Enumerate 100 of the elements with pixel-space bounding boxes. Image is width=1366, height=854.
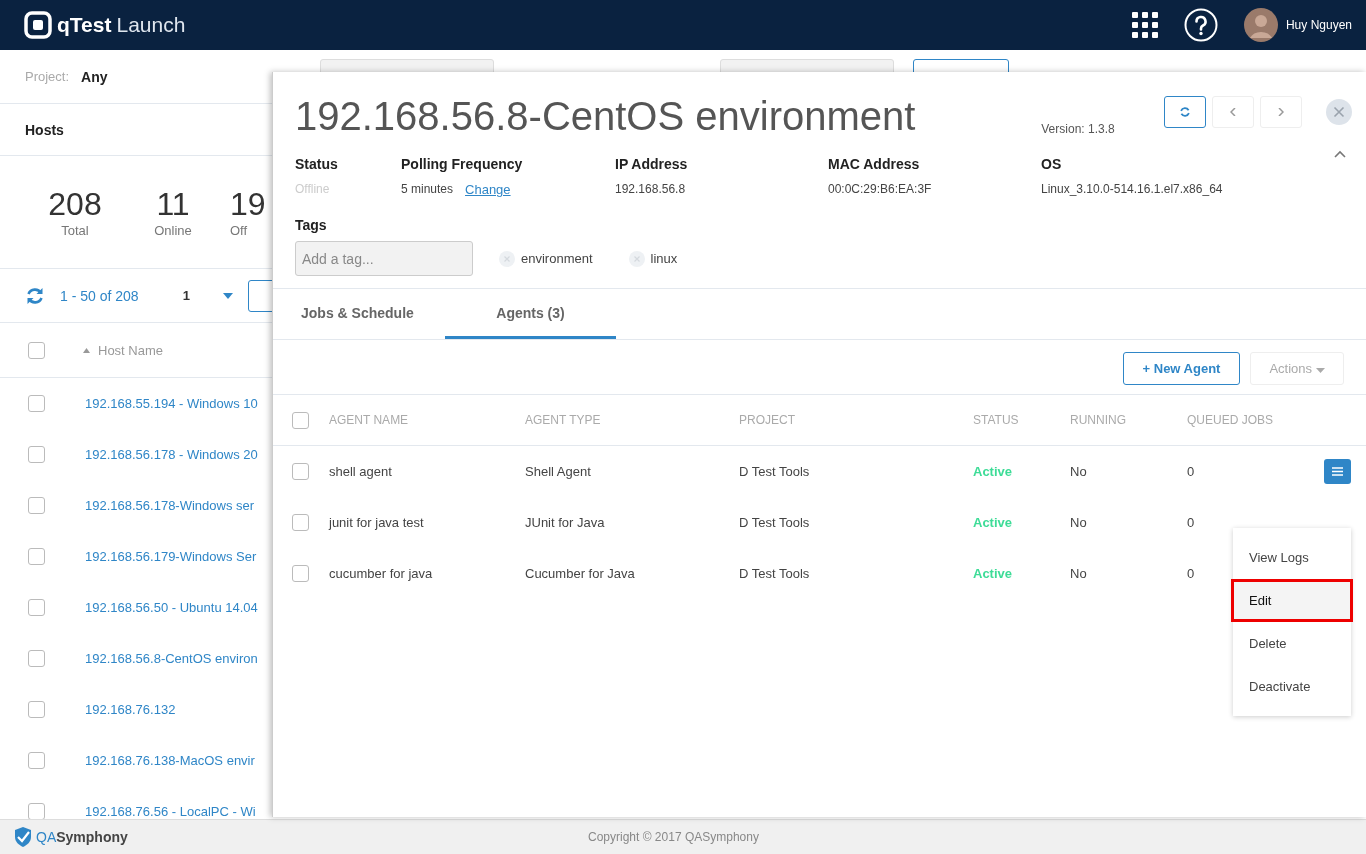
host-link[interactable]: 192.168.56.178-Windows ser	[85, 498, 255, 513]
checkbox[interactable]	[28, 803, 45, 819]
apps-grid-icon[interactable]	[1131, 12, 1158, 38]
host-link[interactable]: 192.168.76.132	[85, 702, 176, 717]
avatar-icon[interactable]	[1243, 8, 1278, 42]
actions-button[interactable]: Actions	[1250, 352, 1344, 385]
table-cell-text: Active	[973, 515, 1014, 530]
stat-label: Off	[230, 223, 248, 238]
table-cell-text: D Test Tools	[739, 464, 811, 479]
table-cell-text: junit for java test	[329, 515, 425, 530]
host-link[interactable]: 192.168.76.56 - LocalPC - Wi	[85, 804, 256, 819]
column-header[interactable]: Host Name	[98, 342, 164, 358]
sort-icon[interactable]	[83, 347, 90, 353]
checkbox[interactable]	[28, 341, 45, 359]
check-shield-icon	[12, 826, 34, 848]
next-button[interactable]	[1260, 96, 1302, 128]
field-value: Linux_3.10.0-514.16.1.el7.x86_64	[1041, 182, 1223, 196]
checkbox[interactable]	[292, 463, 309, 480]
checkbox[interactable]	[28, 446, 45, 463]
checkbox[interactable]	[292, 565, 309, 582]
remove-tag-icon[interactable]	[499, 250, 515, 267]
field-label: OS	[1041, 156, 1063, 172]
chevron-right-icon	[1278, 108, 1284, 116]
page-number[interactable]: 1	[182, 288, 190, 303]
menu-item[interactable]: View Logs	[1231, 536, 1353, 579]
host-link[interactable]: 192.168.56.178 - Windows 20	[85, 447, 258, 462]
panel-title: Hosts	[25, 121, 64, 138]
field-value: 192.168.56.8	[615, 182, 686, 196]
new-agent-button[interactable]: + New Agent	[1123, 352, 1240, 385]
checkbox[interactable]	[28, 497, 45, 514]
chevron-left-icon	[1230, 108, 1236, 116]
app-subtitle: Launch	[116, 13, 186, 37]
field-label: Polling Frequency	[401, 156, 524, 172]
field-label: MAC Address	[828, 156, 921, 172]
checkbox[interactable]	[28, 548, 45, 565]
field-value: 00:0C:29:B6:EA:3F	[828, 182, 932, 196]
column-header[interactable]: AGENT NAME	[329, 413, 525, 427]
checkbox[interactable]	[28, 701, 45, 718]
table-cell-text: Shell Agent	[525, 464, 592, 479]
refresh-icon	[1179, 106, 1191, 118]
stat-label: Total	[61, 223, 89, 238]
column-header[interactable]: PROJECT	[739, 413, 973, 427]
host-link[interactable]: 192.168.76.138-MacOS envir	[85, 753, 255, 768]
project-label: Project:	[25, 68, 70, 85]
host-link[interactable]: 192.168.56.179-Windows Ser	[85, 549, 257, 564]
checkbox[interactable]	[28, 395, 45, 412]
copyright-text: Copyright © 2017 QASymphony	[588, 830, 759, 844]
remove-tag-icon[interactable]	[628, 250, 645, 267]
user-name[interactable]: Huy Nguyen	[1285, 18, 1352, 32]
table-cell-text: 0	[1187, 464, 1196, 479]
previous-button[interactable]	[1212, 96, 1254, 128]
menu-item[interactable]: Edit	[1231, 579, 1353, 622]
table-cell-text: Cucumber for Java	[525, 566, 636, 581]
table-cell-text: No	[1070, 464, 1088, 479]
checkbox[interactable]	[28, 650, 45, 667]
stat-value: 208	[48, 186, 102, 223]
tab[interactable]: Agents (3)	[445, 289, 616, 339]
menu-item[interactable]: Deactivate	[1231, 665, 1353, 708]
refresh-icon[interactable]	[25, 285, 45, 306]
column-header[interactable]: QUEUED JOBS	[1187, 413, 1297, 427]
table-cell-text: cucumber for java	[329, 566, 434, 581]
help-icon[interactable]	[1183, 8, 1218, 42]
table-cell-text: Active	[973, 566, 1014, 581]
checkbox[interactable]	[28, 599, 45, 616]
checkbox[interactable]	[292, 411, 309, 429]
stat-value: 19	[230, 186, 266, 223]
field-label: IP Address	[615, 156, 689, 172]
change-link[interactable]: Change	[465, 182, 511, 197]
checkbox[interactable]	[292, 514, 309, 531]
row-menu-button[interactable]	[1324, 459, 1351, 484]
menu-item[interactable]: Delete	[1231, 622, 1353, 665]
tag-label: environment	[521, 251, 593, 266]
project-value[interactable]: Any	[81, 68, 108, 85]
stat-value: 11	[156, 186, 190, 223]
version-text: Version: 1.3.8	[1041, 122, 1116, 136]
table-cell-text: shell agent	[329, 464, 393, 479]
refresh-button[interactable]	[1164, 96, 1206, 128]
column-header[interactable]: RUNNING	[1070, 413, 1187, 427]
table-cell-text: No	[1070, 515, 1088, 530]
field-label: Status	[295, 156, 339, 172]
close-icon[interactable]	[1326, 99, 1352, 125]
logo-icon	[24, 11, 52, 39]
menu-icon	[1332, 467, 1343, 476]
table-cell-text: D Test Tools	[739, 515, 811, 530]
tab[interactable]: Jobs & Schedule	[273, 289, 445, 339]
caret-icon[interactable]	[222, 292, 233, 299]
collapse-icon[interactable]	[1334, 150, 1346, 158]
column-header[interactable]: STATUS	[973, 413, 1070, 427]
brand-name: QASymphony	[36, 829, 128, 845]
table-cell-text: JUnit for Java	[525, 515, 606, 530]
host-link[interactable]: 192.168.56.50 - Ubuntu 14.04	[85, 600, 258, 615]
host-link[interactable]: 192.168.56.8-CentOS environ	[85, 651, 258, 666]
tag-input-field[interactable]: Add a tag...	[295, 241, 473, 276]
checkbox[interactable]	[28, 752, 45, 769]
stat-label: Online	[154, 223, 192, 238]
column-header[interactable]: AGENT TYPE	[525, 413, 739, 427]
tag-label: linux	[650, 251, 678, 266]
table-cell-text: No	[1070, 566, 1088, 581]
tags-label: Tags	[295, 217, 328, 233]
host-link[interactable]: 192.168.55.194 - Windows 10	[85, 396, 258, 411]
